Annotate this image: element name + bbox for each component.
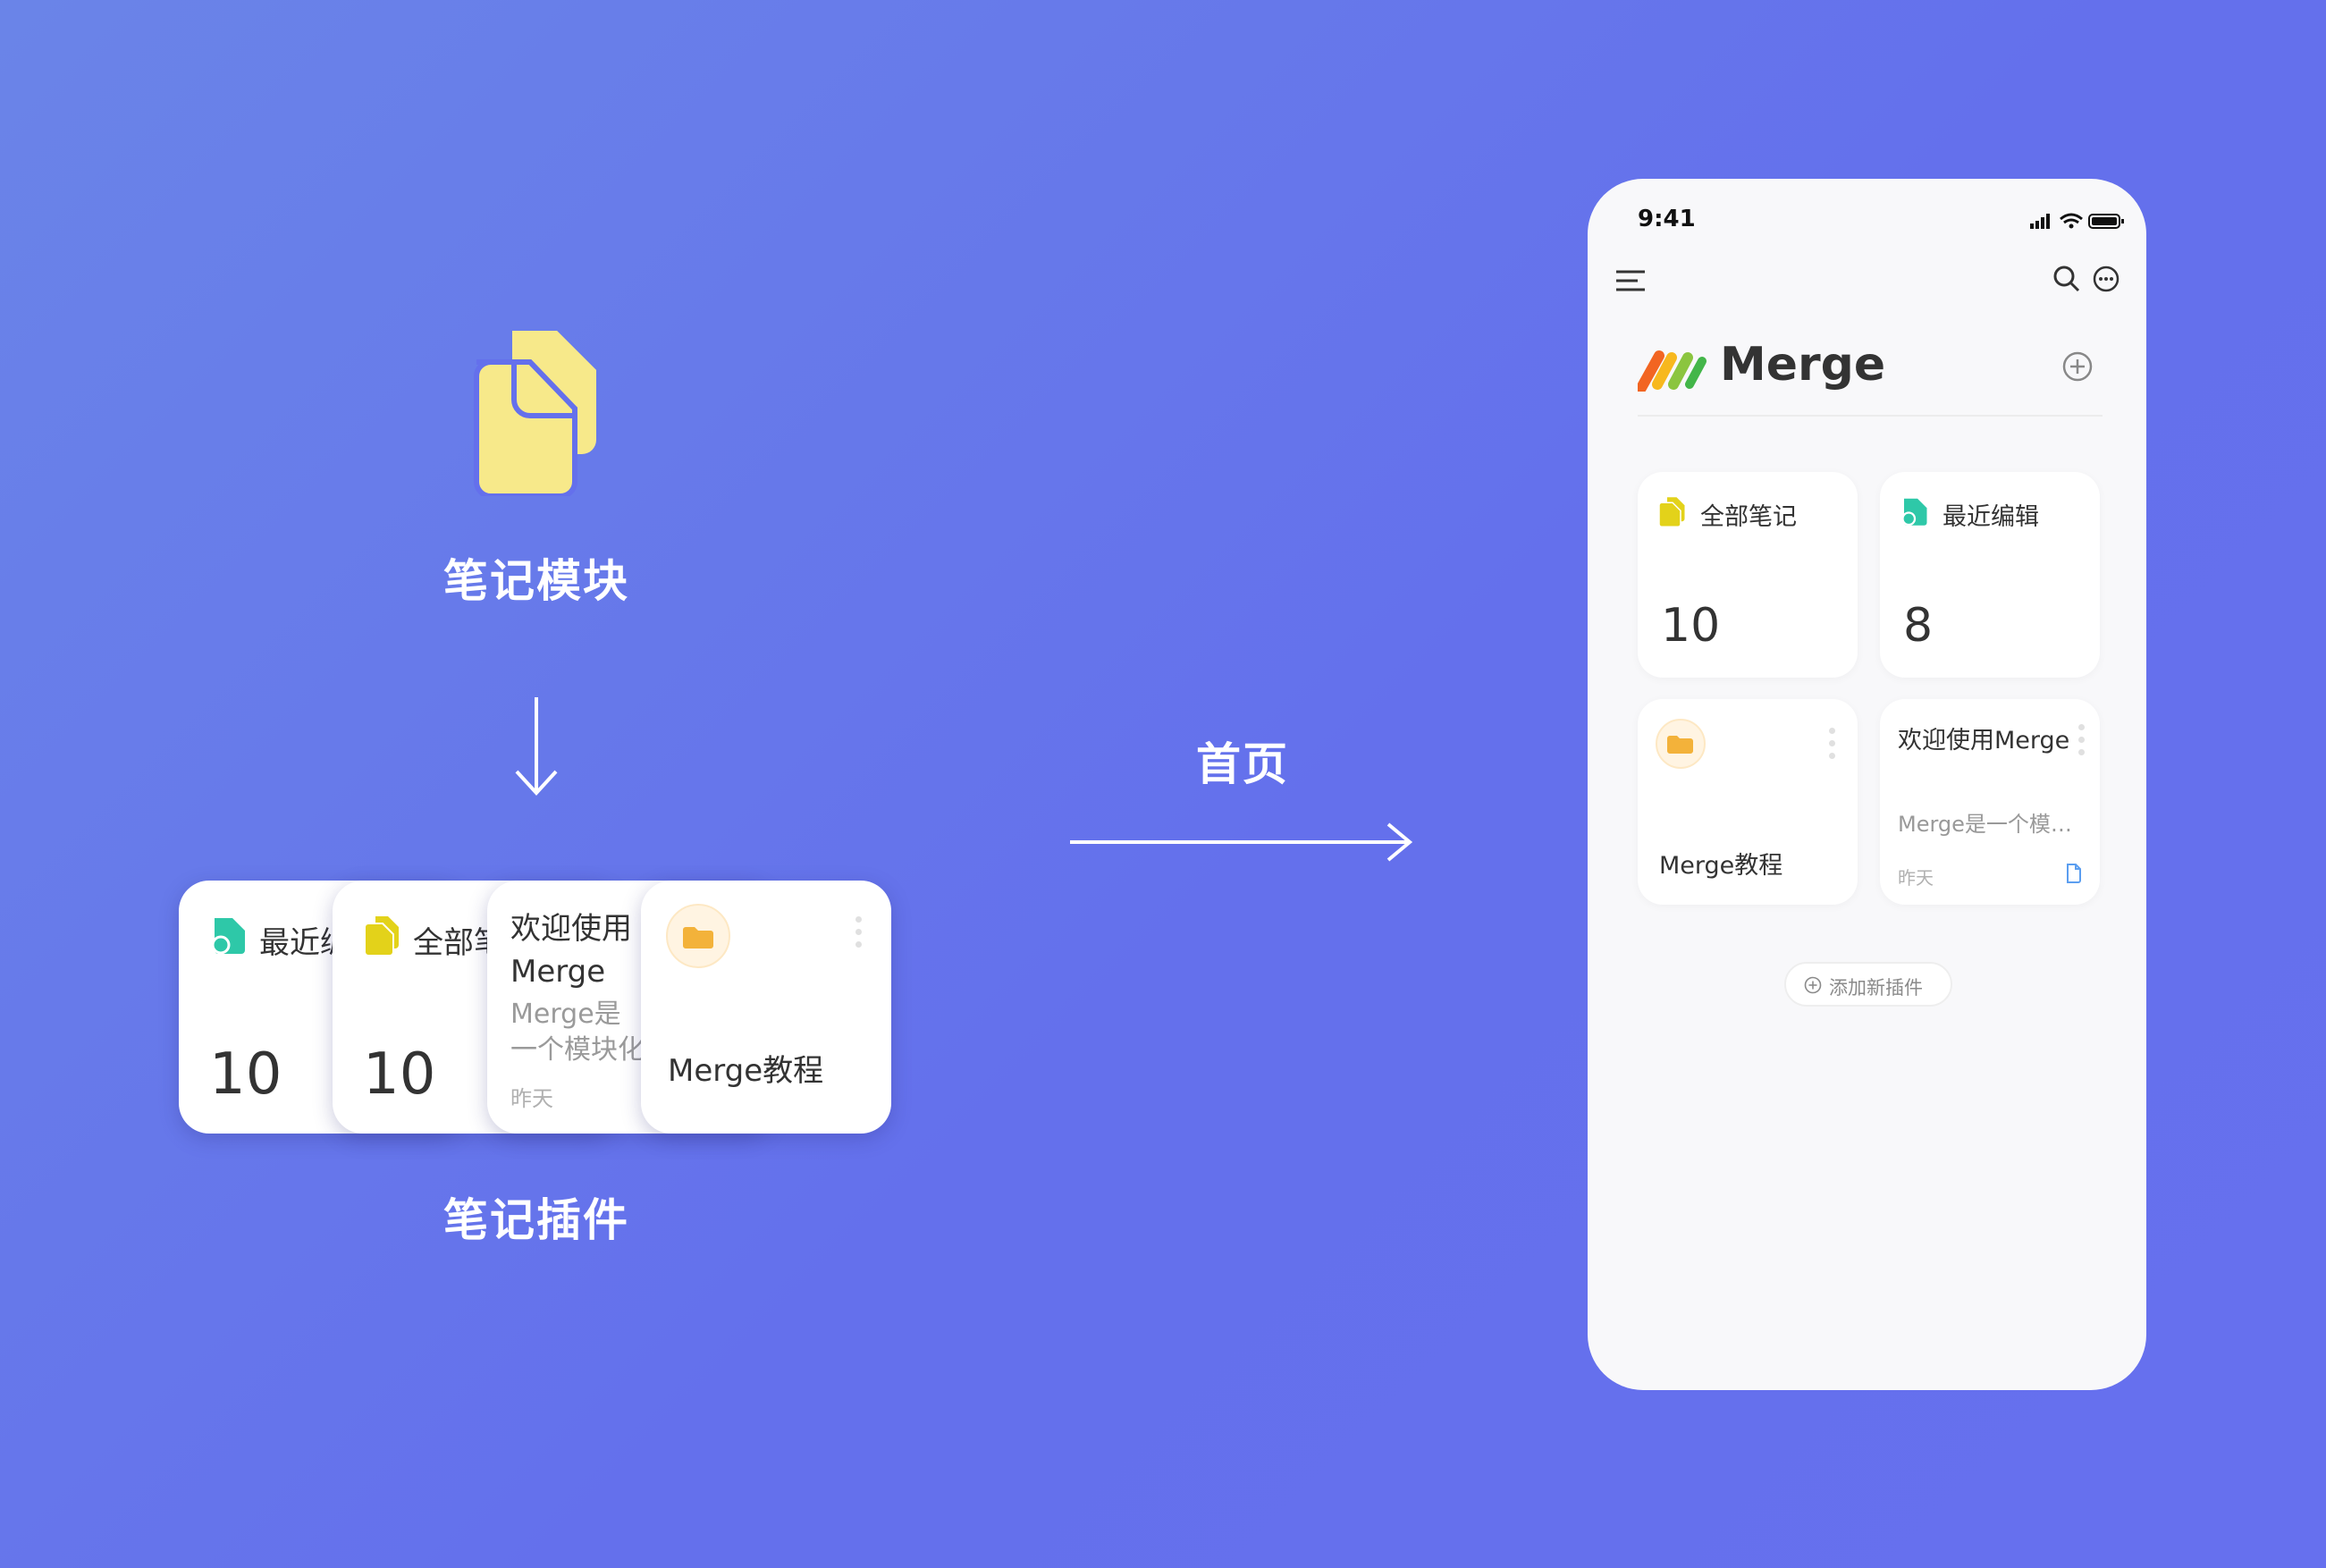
recent-doc-icon xyxy=(211,918,245,955)
note-preview: Merge是一个模块化效率工具 xyxy=(510,999,645,1066)
folder-name: Merge教程 xyxy=(1659,852,1783,880)
folder-icon xyxy=(1667,736,1693,754)
more-options-icon[interactable] xyxy=(855,916,863,954)
folder-badge xyxy=(1656,719,1706,769)
notes-module-icon xyxy=(474,331,596,496)
note-title: 欢迎使用Merge xyxy=(1898,727,2070,754)
notes-module-label: 笔记模块 xyxy=(443,555,629,607)
card-count: 10 xyxy=(363,1041,436,1108)
phone-home-screen: 9:41 Merge 全部笔记 10 最近编辑 8 Merge教程 欢迎使用Me… xyxy=(1588,179,2146,1390)
all-notes-icon xyxy=(365,916,399,956)
more-options-icon[interactable] xyxy=(2092,265,2120,293)
folder-badge xyxy=(666,904,730,968)
search-icon[interactable] xyxy=(2052,265,2081,293)
add-circle-icon xyxy=(1804,976,1822,994)
widget-all-notes[interactable]: 全部笔记 10 xyxy=(1638,472,1858,678)
signal-icon xyxy=(2030,223,2034,229)
app-title: Merge xyxy=(1720,338,1886,392)
recent-doc-icon xyxy=(1901,498,1927,527)
menu-icon[interactable] xyxy=(1614,268,1647,293)
more-options-icon[interactable] xyxy=(2078,724,2086,762)
note-title: 欢迎使用Merge xyxy=(510,911,632,990)
title-divider xyxy=(1638,415,2103,417)
note-date: 昨天 xyxy=(1898,867,1934,889)
more-options-icon[interactable] xyxy=(1829,728,1836,765)
add-icon[interactable] xyxy=(2061,350,2094,383)
widget-count: 8 xyxy=(1903,599,1934,653)
notes-plugin-label: 笔记插件 xyxy=(443,1194,629,1246)
folder-name: Merge教程 xyxy=(668,1053,824,1089)
widget-welcome-note[interactable]: 欢迎使用Merge Merge是一个模… 昨天 xyxy=(1880,699,2100,905)
add-plugin-button[interactable]: 添加新插件 xyxy=(1784,962,1952,1007)
merge-logo-icon xyxy=(1638,350,1707,392)
status-time: 9:41 xyxy=(1638,206,1696,232)
file-icon xyxy=(2067,864,2081,883)
widget-title: 全部笔记 xyxy=(1700,503,1797,531)
widget-folder[interactable]: Merge教程 xyxy=(1638,699,1858,905)
right-arrow-icon xyxy=(1070,822,1413,862)
add-plugin-label: 添加新插件 xyxy=(1829,977,1923,999)
all-notes-icon xyxy=(1659,497,1685,527)
status-bar-icons xyxy=(2030,213,2124,229)
note-date: 昨天 xyxy=(510,1086,553,1111)
down-arrow-icon xyxy=(515,697,558,796)
wifi-icon xyxy=(2060,213,2083,224)
plugin-card-folder[interactable]: Merge教程 xyxy=(641,881,891,1134)
widget-title: 最近编辑 xyxy=(1943,503,2039,531)
folder-icon xyxy=(683,927,713,948)
widget-count: 10 xyxy=(1661,599,1721,653)
card-count: 10 xyxy=(209,1041,282,1108)
note-preview: Merge是一个模… xyxy=(1898,812,2072,837)
widget-recent-edits[interactable]: 最近编辑 8 xyxy=(1880,472,2100,678)
home-label: 首页 xyxy=(1196,738,1289,790)
